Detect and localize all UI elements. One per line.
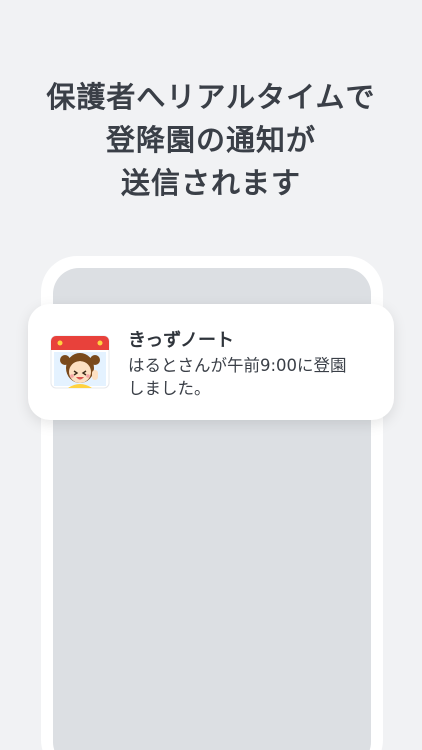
notification-message-line-1: はるとさんが午前9:00に登園 xyxy=(128,356,347,375)
push-notification[interactable]: きっずノート はるとさんが午前9:00に登園 しました。 xyxy=(28,304,394,420)
app-icon xyxy=(50,335,110,389)
notification-app-name: きっずノート xyxy=(128,330,235,351)
headline-line-3: 送信されます xyxy=(120,166,301,200)
headline-line-1: 保護者へリアルタイムで xyxy=(46,80,376,114)
headline: 保護者へリアルタイムで 登降園の通知が 送信されます xyxy=(0,76,422,205)
headline-line-2: 登降園の通知が xyxy=(105,123,316,157)
notification-message-line-2: しました。 xyxy=(128,379,211,398)
notification-message: はるとさんが午前9:00に登園 しました。 xyxy=(128,354,378,400)
screen: 保護者へリアルタイムで 登降園の通知が 送信されます きっずノート はるとさんが… xyxy=(0,0,422,750)
